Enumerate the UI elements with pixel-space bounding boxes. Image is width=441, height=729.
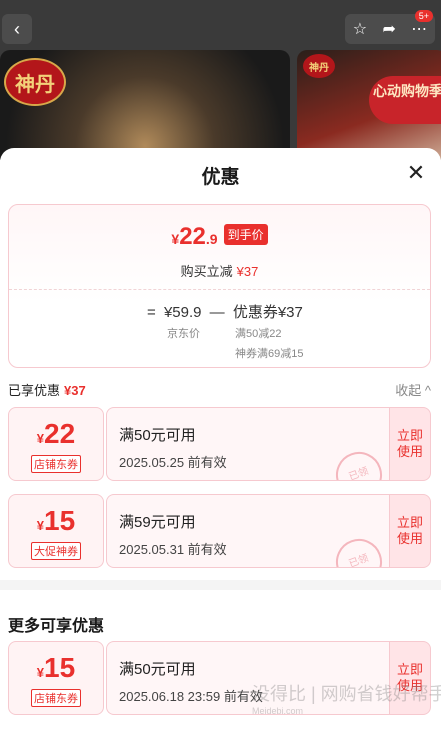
coupon-condition: 满50元可用 (119, 661, 196, 678)
product-image-main[interactable]: 神丹 (0, 50, 290, 160)
collapse-button[interactable]: 收起 ^ (395, 380, 431, 399)
enjoyed-amount: ¥37 (64, 383, 86, 398)
coupon-type-tag: 店铺东券 (31, 689, 81, 707)
more-discounts-title: 更多可享优惠 (8, 618, 105, 635)
instant-discount: 购买立减 ¥37 (9, 261, 430, 280)
back-button[interactable]: ‹ (2, 14, 32, 44)
coupon-amount: 15 (44, 505, 76, 536)
more-icon[interactable]: ⋯ (411, 19, 427, 39)
watermark-url: Meidebi.com (252, 706, 304, 716)
claimed-stamp: 已领 (329, 445, 389, 480)
final-price: ¥22.9 到手价 (9, 223, 430, 251)
use-now-button[interactable]: 立即使用 (389, 494, 431, 568)
coupon-info: 满50元可用 2025.05.25 前有效 已领 (106, 407, 390, 481)
message-badge: 5+ (414, 10, 433, 22)
coupon-detail-2: 神券满69减15 (235, 348, 304, 360)
share-icon[interactable]: ➦ (382, 19, 395, 39)
dashed-divider (9, 289, 430, 290)
brand-logo-small: 神丹 (303, 54, 335, 78)
coupon-total: 优惠券¥37 (232, 304, 303, 321)
price-decimal: .9 (205, 231, 218, 247)
claimed-stamp: 已领 (329, 532, 389, 567)
price-summary: ¥22.9 到手价 购买立减 ¥37 = ¥59.9 — 优惠券¥37 京东价 满5… (8, 204, 431, 368)
chevron-left-icon: ‹ (14, 18, 20, 39)
coupon-detail-1: 满50减22 (235, 328, 282, 340)
coupon-currency: ¥ (36, 518, 45, 533)
coupon-value: ¥15 店铺东券 (8, 641, 104, 715)
jd-price: ¥59.9 (163, 304, 202, 321)
coupon-currency: ¥ (36, 431, 45, 446)
coupon-value: ¥22 店铺东券 (8, 407, 104, 481)
nav-actions: ☆ ➦ ⋯ 5+ (345, 10, 435, 44)
coupon-amount: 22 (44, 418, 76, 449)
brand-logo: 神丹 (4, 58, 66, 106)
coupon-expiry: 2025.06.18 23:59 前有效 (119, 689, 263, 704)
minus-sign: — (209, 304, 225, 321)
section-separator (0, 580, 441, 590)
coupon-currency: ¥ (36, 665, 45, 680)
jd-price-label: 京东价 (167, 328, 200, 340)
use-now-button[interactable]: 立即使用 (389, 407, 431, 481)
price-integer: 22 (179, 223, 206, 250)
enjoyed-discount: 已享优惠 ¥37 (8, 380, 86, 399)
favorite-star-icon[interactable]: ☆ (353, 19, 367, 39)
coupon-type-tag: 店铺东券 (31, 455, 81, 473)
coupon-card: ¥22 店铺东券 满50元可用 2025.05.25 前有效 已领 立即使用 (8, 407, 431, 481)
price-formula: = ¥59.9 — 优惠券¥37 (147, 301, 307, 322)
coupon-type-tag: 大促神券 (31, 542, 81, 560)
final-price-tag: 到手价 (223, 224, 268, 245)
coupon-expiry: 2025.05.25 前有效 (119, 455, 227, 470)
top-navigation: ‹ ☆ ➦ ⋯ 5+ (0, 10, 441, 46)
coupon-value: ¥15 大促神券 (8, 494, 104, 568)
close-icon: ✕ (406, 160, 426, 185)
coupon-amount: 15 (44, 652, 76, 683)
sheet-title: 优惠 (201, 167, 240, 188)
coupon-card: ¥15 大促神券 满59元可用 2025.05.31 前有效 已领 立即使用 (8, 494, 431, 568)
product-page-background: ‹ ☆ ➦ ⋯ 5+ 神丹 神丹 心动购物季 (0, 0, 441, 160)
promo-tag: 心动购物季 (369, 76, 441, 124)
product-image-secondary[interactable]: 神丹 心动购物季 (297, 50, 441, 160)
coupon-condition: 满59元可用 (119, 514, 196, 531)
equals-sign: = (147, 304, 156, 321)
watermark-text: 没得比 | 网购省钱好帮手 (252, 684, 441, 704)
discount-sheet: 优惠 ✕ ¥22.9 到手价 购买立减 ¥37 = ¥59.9 — 优惠券¥37 京… (0, 148, 441, 729)
coupon-expiry: 2025.05.31 前有效 (119, 542, 227, 557)
coupon-condition: 满50元可用 (119, 427, 196, 444)
close-button[interactable]: ✕ (405, 162, 427, 184)
watermark: 没得比 | 网购省钱好帮手 Meidebi.com (252, 680, 441, 716)
coupon-info: 满59元可用 2025.05.31 前有效 已领 (106, 494, 390, 568)
enjoyed-label: 已享优惠 (8, 383, 61, 398)
instant-discount-label: 购买立减 (180, 264, 233, 279)
instant-discount-amount: ¥37 (236, 264, 259, 279)
